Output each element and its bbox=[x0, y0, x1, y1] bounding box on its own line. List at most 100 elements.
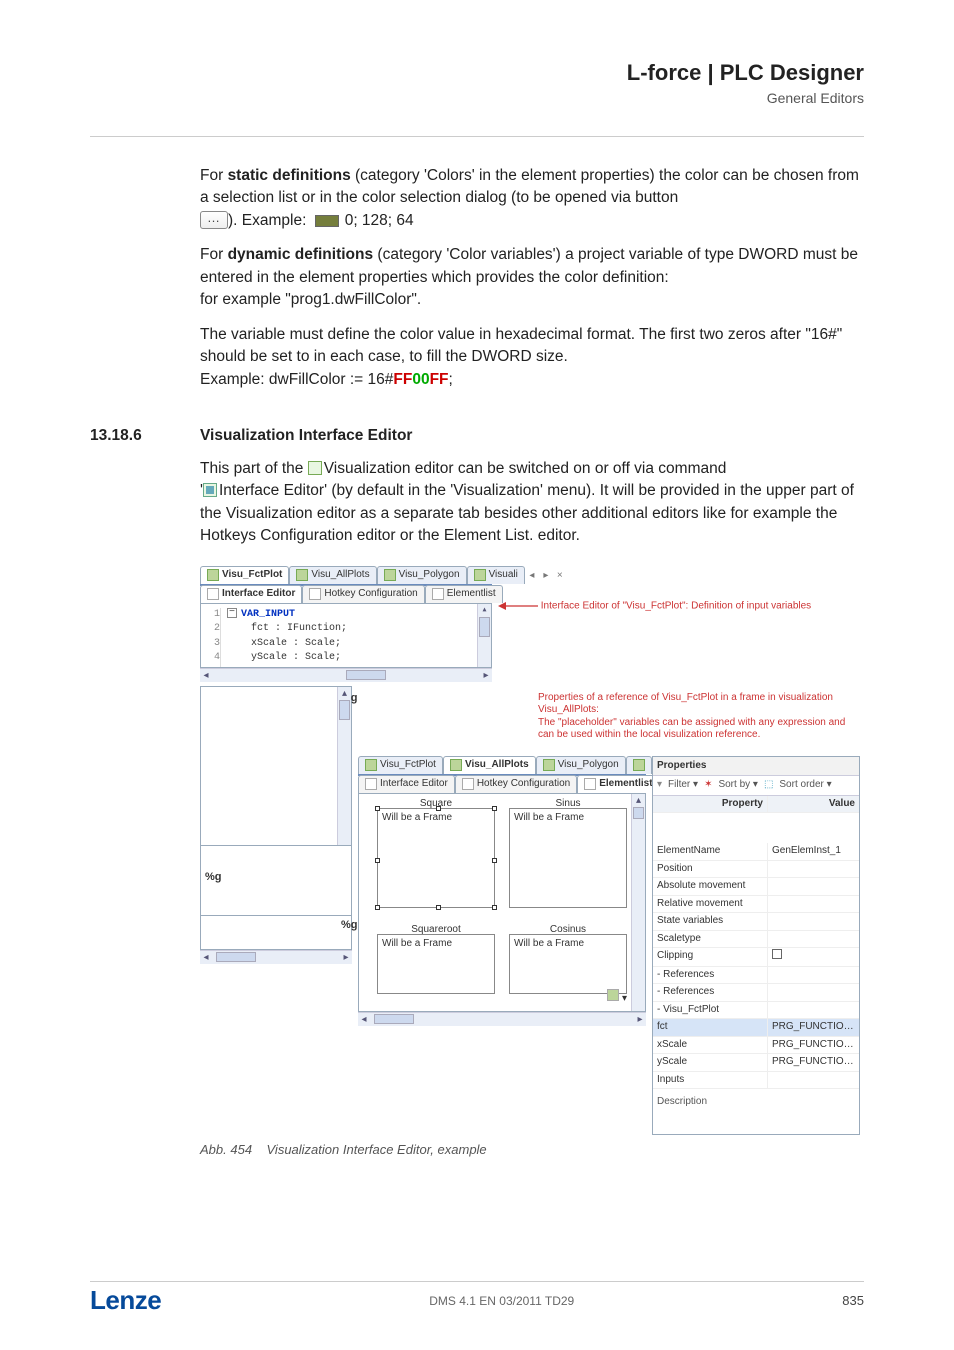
property-row[interactable]: - References bbox=[653, 967, 859, 985]
hex-ff: FF bbox=[430, 371, 449, 388]
horizontal-scrollbar[interactable]: ◂▸ bbox=[200, 668, 492, 682]
tab-label: Elementlist bbox=[447, 587, 496, 602]
property-row[interactable]: Relative movement bbox=[653, 896, 859, 914]
annotation-properties: Properties of a reference of Visu_FctPlo… bbox=[538, 692, 860, 742]
subtab-interface-editor[interactable]: Interface Editor bbox=[358, 775, 455, 793]
property-value[interactable] bbox=[768, 931, 859, 948]
sort-by-button[interactable]: Sort by ▾ bbox=[718, 778, 757, 793]
frame-cosinus[interactable]: Cosinus Will be a Frame bbox=[509, 934, 627, 994]
figure-caption: Abb. 454 Visualization Interface Editor,… bbox=[200, 1141, 864, 1160]
tab-visu-allplots[interactable]: Visu_AllPlots bbox=[289, 566, 376, 584]
text: This part of the bbox=[200, 460, 308, 477]
property-value[interactable]: PRG_FUNCTIONPLOT.sqrInst.GetXScale() bbox=[768, 1037, 859, 1054]
subtab-elementlist[interactable]: Elementlist bbox=[425, 585, 503, 603]
open-dialog-button[interactable] bbox=[200, 211, 228, 229]
fold-button[interactable]: − bbox=[227, 608, 237, 618]
property-row[interactable]: Scaletype bbox=[653, 931, 859, 949]
property-row[interactable]: State variables bbox=[653, 913, 859, 931]
annotation-interface-editor: Interface Editor of "Visu_FctPlot": Defi… bbox=[541, 600, 811, 611]
property-row[interactable]: Clipping bbox=[653, 948, 859, 967]
frame-square[interactable]: Square Will be a Frame bbox=[377, 808, 495, 908]
property-row[interactable]: xScalePRG_FUNCTIONPLOT.sqrInst.GetXScale… bbox=[653, 1037, 859, 1055]
properties-toolbar: ▾ Filter ▾ ✶Sort by ▾ ⬚Sort order ▾ bbox=[653, 776, 859, 796]
text: Example: dwFillColor := 16# bbox=[200, 371, 393, 388]
placeholder-text: Will be a Frame bbox=[382, 937, 452, 952]
property-key: Inputs bbox=[653, 1072, 768, 1089]
horizontal-scrollbar[interactable]: ◂▸ bbox=[358, 1012, 646, 1026]
subtab-hotkey-config[interactable]: Hotkey Configuration bbox=[455, 775, 577, 793]
property-key: fct bbox=[653, 1019, 768, 1036]
property-key: xScale bbox=[653, 1037, 768, 1054]
subtab-hotkey-config[interactable]: Hotkey Configuration bbox=[302, 585, 424, 603]
placeholder-text: Will be a Frame bbox=[514, 937, 584, 952]
code-pane[interactable]: 1−VAR_INPUT 2 fct : IFunction; 3 xScale … bbox=[200, 604, 492, 668]
text: Interface Editor' (by default in the 'Vi… bbox=[200, 482, 854, 544]
figure-screenshot: Visu_FctPlot Visu_AllPlots Visu_Polygon … bbox=[200, 566, 860, 1135]
property-value[interactable]: GenElemInst_1 bbox=[768, 843, 859, 860]
property-row[interactable]: fctPRG_FUNCTIONPLOT.sqrInst bbox=[653, 1019, 859, 1037]
property-row[interactable]: yScalePRG_FUNCTIONPLOT.sqrInst.GetYScale… bbox=[653, 1054, 859, 1072]
text: For bbox=[200, 167, 228, 184]
frame-sinus[interactable]: Sinus Will be a Frame bbox=[509, 808, 627, 908]
vertical-scrollbar[interactable]: ▴ bbox=[337, 687, 351, 845]
visu-icon bbox=[633, 759, 645, 771]
tab-visu-allplots[interactable]: Visu_AllPlots bbox=[443, 756, 536, 774]
tab-visu-polygon[interactable]: Visu_Polygon bbox=[536, 756, 626, 774]
property-value[interactable]: PRG_FUNCTIONPLOT.sqrInst.GetYScale() bbox=[768, 1054, 859, 1071]
paragraph-dynamic-defs: For dynamic definitions (category 'Color… bbox=[200, 244, 864, 311]
property-value[interactable] bbox=[768, 1002, 859, 1019]
horizontal-scrollbar[interactable]: ◂▸ bbox=[200, 950, 352, 964]
hotkey-icon bbox=[309, 588, 321, 600]
page-number: 835 bbox=[842, 1293, 864, 1308]
vertical-scrollbar[interactable]: ▴ bbox=[477, 604, 491, 667]
sort-order-button[interactable]: Sort order ▾ bbox=[779, 778, 831, 793]
tab-label: Interface Editor bbox=[222, 587, 295, 602]
tab-visu-fctplot[interactable]: Visu_FctPlot bbox=[200, 566, 289, 584]
property-row[interactable]: ElementNameGenElemInst_1 bbox=[653, 843, 859, 861]
tab-visu-polygon[interactable]: Visu_Polygon bbox=[377, 566, 467, 584]
elementlist-icon bbox=[432, 588, 444, 600]
tab-overflow[interactable] bbox=[626, 756, 652, 774]
property-value[interactable] bbox=[768, 861, 859, 878]
property-value[interactable] bbox=[768, 913, 859, 930]
tab-visu-fctplot[interactable]: Visu_FctPlot bbox=[358, 756, 443, 774]
visualization-editor-icon bbox=[308, 461, 322, 475]
property-value[interactable] bbox=[768, 967, 859, 984]
tab-label: Visu_Polygon bbox=[558, 758, 619, 773]
checkbox[interactable] bbox=[772, 949, 782, 959]
property-value[interactable] bbox=[768, 984, 859, 1001]
visualization-canvas[interactable]: ▴ Square Will be a Frame bbox=[358, 794, 646, 1012]
zoom-icons[interactable]: ▾ bbox=[607, 989, 627, 1007]
property-row[interactable]: Inputs bbox=[653, 1072, 859, 1090]
frame-title: Cosinus bbox=[550, 923, 586, 938]
property-value[interactable] bbox=[768, 878, 859, 895]
tab-label: Elementlist bbox=[599, 777, 652, 792]
text: For bbox=[200, 246, 228, 263]
hotkey-icon bbox=[462, 778, 474, 790]
properties-title: Properties bbox=[653, 757, 859, 777]
property-row[interactable]: Position bbox=[653, 861, 859, 879]
visu-icon bbox=[450, 759, 462, 771]
tab-label: Visu_Polygon bbox=[399, 568, 460, 583]
property-key: Position bbox=[653, 861, 768, 878]
subtab-interface-editor[interactable]: Interface Editor bbox=[200, 585, 302, 603]
property-value[interactable]: PRG_FUNCTIONPLOT.sqrInst bbox=[768, 1019, 859, 1036]
property-key: - Visu_FctPlot bbox=[653, 1002, 768, 1019]
visu-icon bbox=[296, 569, 308, 581]
placeholder-text: Will be a Frame bbox=[382, 811, 452, 826]
property-row[interactable]: Absolute movement bbox=[653, 878, 859, 896]
property-value[interactable] bbox=[768, 896, 859, 913]
editor-tabs: Visu_FctPlot Visu_AllPlots Visu_Polygon … bbox=[200, 566, 492, 586]
property-value[interactable] bbox=[768, 948, 859, 966]
subtab-elementlist[interactable]: Elementlist bbox=[577, 775, 659, 793]
paragraph-static-defs: For static definitions (category 'Colors… bbox=[200, 165, 864, 232]
property-value[interactable] bbox=[768, 1072, 859, 1089]
vertical-scrollbar[interactable]: ▴ bbox=[631, 794, 645, 1011]
filter-button[interactable]: Filter ▾ bbox=[668, 778, 698, 793]
frame-squareroot[interactable]: Squareroot Will be a Frame bbox=[377, 934, 495, 994]
property-key: State variables bbox=[653, 913, 768, 930]
property-row[interactable]: - References bbox=[653, 984, 859, 1002]
preview-plot-1: %g ▴ bbox=[200, 686, 352, 846]
property-row[interactable]: - Visu_FctPlot bbox=[653, 1002, 859, 1020]
tab-label: Visu_AllPlots bbox=[465, 758, 529, 773]
